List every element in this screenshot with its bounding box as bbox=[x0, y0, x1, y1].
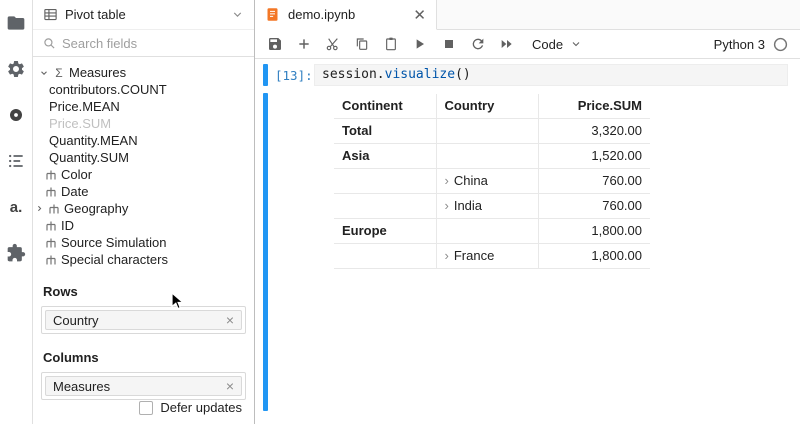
save-button[interactable] bbox=[267, 36, 283, 52]
table-row: ›France 1,800.00 bbox=[334, 243, 650, 268]
kernel-name[interactable]: Python 3 bbox=[714, 37, 765, 52]
defer-updates-row: Defer updates bbox=[33, 400, 254, 424]
tree-item-measure[interactable]: Price.MEAN bbox=[33, 98, 254, 115]
paste-cells-button[interactable] bbox=[383, 36, 399, 52]
table-row: Asia 1,520.00 bbox=[334, 143, 650, 168]
notebook-area: demo.ipynb ✕ bbox=[255, 0, 800, 424]
columns-drop-zone[interactable]: Measures × bbox=[41, 372, 246, 400]
file-browser-icon[interactable] bbox=[5, 12, 27, 34]
restart-kernel-button[interactable] bbox=[470, 36, 486, 52]
insert-cell-button[interactable] bbox=[296, 36, 312, 52]
app-window: a. Pivot table Σ Measures contributors.C… bbox=[0, 0, 800, 424]
code-call: () bbox=[455, 67, 471, 82]
code-object: session. bbox=[322, 67, 385, 82]
run-cell-button[interactable] bbox=[412, 36, 428, 52]
tab-title: demo.ipynb bbox=[288, 7, 405, 22]
code-method: visualize bbox=[385, 67, 455, 82]
running-sessions-icon[interactable] bbox=[5, 104, 27, 126]
copy-cells-button[interactable] bbox=[354, 36, 370, 52]
hierarchy-icon bbox=[48, 203, 60, 215]
activity-bar: a. bbox=[0, 0, 33, 424]
expand-caret-icon[interactable]: › bbox=[445, 173, 449, 188]
code-cell-input: [13]: session.visualize() bbox=[263, 64, 788, 86]
hierarchy-icon bbox=[45, 254, 57, 266]
table-row: ›India 760.00 bbox=[334, 193, 650, 218]
close-tab-icon[interactable]: ✕ bbox=[413, 6, 426, 24]
tree-item-hierarchy[interactable]: Date bbox=[33, 183, 254, 200]
widget-type-label: Pivot table bbox=[65, 7, 224, 22]
remove-field-icon[interactable]: × bbox=[226, 379, 234, 393]
chevron-right-icon[interactable] bbox=[35, 204, 44, 213]
fields-tree: Σ Measures contributors.COUNT Price.MEAN… bbox=[33, 57, 254, 268]
kernel-idle-icon[interactable] bbox=[773, 37, 788, 52]
search-fields-input[interactable] bbox=[62, 36, 244, 51]
column-header: Country bbox=[436, 94, 538, 118]
atoti-icon[interactable]: a. bbox=[5, 196, 27, 218]
column-header: Price.SUM bbox=[538, 94, 650, 118]
extension-manager-icon[interactable] bbox=[5, 242, 27, 264]
code-cell-output: Continent Country Price.SUM Total 3,320.… bbox=[263, 93, 788, 411]
tree-item-measure[interactable]: Quantity.SUM bbox=[33, 149, 254, 166]
remove-field-icon[interactable]: × bbox=[226, 313, 234, 327]
tree-item-hierarchy[interactable]: Source Simulation bbox=[33, 234, 254, 251]
defer-updates-checkbox[interactable] bbox=[139, 401, 153, 415]
tree-item-hierarchy[interactable]: ID bbox=[33, 217, 254, 234]
rows-field-chip[interactable]: Country × bbox=[45, 310, 242, 330]
hierarchy-icon bbox=[45, 186, 57, 198]
tab-bar: demo.ipynb ✕ bbox=[255, 0, 800, 30]
tree-item-measure[interactable]: Quantity.MEAN bbox=[33, 132, 254, 149]
interrupt-kernel-button[interactable] bbox=[441, 36, 457, 52]
rows-section-label: Rows bbox=[33, 284, 254, 300]
cell-type-select[interactable]: Code bbox=[532, 37, 582, 52]
search-fields-box bbox=[33, 30, 254, 57]
atoti-logo-text: a. bbox=[10, 199, 23, 216]
table-row: Europe 1,800.00 bbox=[334, 218, 650, 243]
tree-item-hierarchy[interactable]: Special characters bbox=[33, 251, 254, 268]
table-header-row: Continent Country Price.SUM bbox=[334, 94, 650, 118]
tree-item-label: Measures bbox=[69, 65, 126, 80]
rows-drop-zone[interactable]: Country × bbox=[41, 306, 246, 334]
chip-label: Country bbox=[53, 313, 226, 328]
defer-updates-label: Defer updates bbox=[160, 400, 242, 415]
expand-caret-icon[interactable]: › bbox=[445, 248, 449, 263]
hierarchy-icon bbox=[45, 237, 57, 249]
tree-item-hierarchy-expandable[interactable]: Geography bbox=[33, 200, 254, 217]
chip-label: Measures bbox=[53, 379, 226, 394]
hierarchy-icon bbox=[45, 220, 57, 232]
table-of-contents-icon[interactable] bbox=[5, 150, 27, 172]
widget-type-select[interactable]: Pivot table bbox=[33, 0, 254, 30]
kernel-status-area: Python 3 bbox=[714, 37, 788, 52]
pivot-table-icon bbox=[43, 7, 58, 22]
columns-section-label: Columns bbox=[33, 350, 254, 366]
chevron-down-icon bbox=[570, 38, 582, 50]
cut-cells-button[interactable] bbox=[325, 36, 341, 52]
input-prompt: [13]: bbox=[268, 64, 314, 86]
output-area: Continent Country Price.SUM Total 3,320.… bbox=[268, 93, 788, 411]
column-header: Continent bbox=[334, 94, 436, 118]
restart-run-all-button[interactable] bbox=[499, 36, 515, 52]
tree-item-measures[interactable]: Σ Measures bbox=[33, 64, 254, 81]
notebook-toolbar: Code Python 3 bbox=[255, 30, 800, 59]
search-icon bbox=[43, 37, 56, 50]
hierarchy-icon bbox=[45, 169, 57, 181]
table-row: ›China 760.00 bbox=[334, 168, 650, 193]
chevron-down-icon bbox=[231, 8, 244, 21]
sigma-icon: Σ bbox=[53, 66, 65, 80]
chevron-down-icon[interactable] bbox=[39, 68, 49, 78]
columns-field-chip[interactable]: Measures × bbox=[45, 376, 242, 396]
tree-item-hierarchy[interactable]: Color bbox=[33, 166, 254, 183]
notebook-file-icon bbox=[265, 7, 280, 22]
settings-icon[interactable] bbox=[5, 58, 27, 80]
tree-item-measure-disabled[interactable]: Price.SUM bbox=[33, 115, 254, 132]
tree-item-measure[interactable]: contributors.COUNT bbox=[33, 81, 254, 98]
cell-type-value: Code bbox=[532, 37, 563, 52]
expand-caret-icon[interactable]: › bbox=[445, 198, 449, 213]
tab-demo-ipynb[interactable]: demo.ipynb ✕ bbox=[255, 0, 437, 30]
pivot-table-widget: Continent Country Price.SUM Total 3,320.… bbox=[334, 94, 650, 269]
table-row: Total 3,320.00 bbox=[334, 118, 650, 143]
code-editor[interactable]: session.visualize() bbox=[314, 64, 788, 86]
pivot-editor-panel: Pivot table Σ Measures contributors.COUN… bbox=[33, 0, 254, 424]
notebook-content: [13]: session.visualize() Continent Coun… bbox=[255, 59, 800, 424]
